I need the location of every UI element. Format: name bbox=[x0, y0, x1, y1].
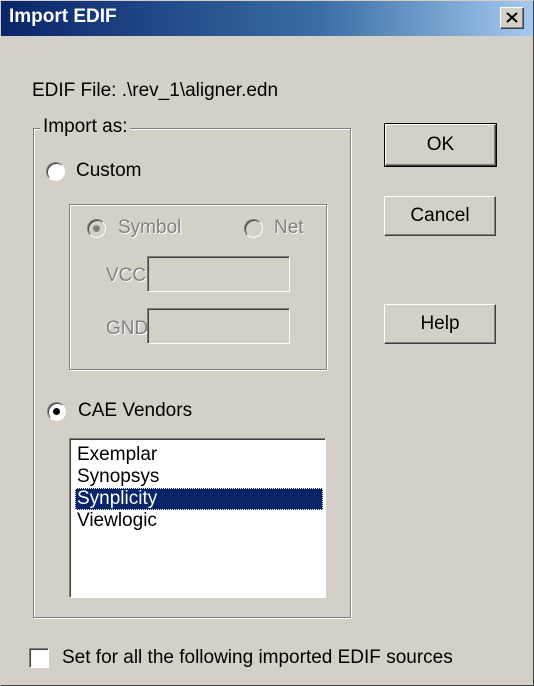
close-button[interactable] bbox=[500, 7, 524, 29]
custom-radio[interactable] bbox=[46, 162, 65, 181]
symbol-radio-dot bbox=[93, 225, 100, 232]
help-button[interactable]: Help bbox=[384, 304, 496, 344]
list-item-synplicity[interactable]: Synplicity bbox=[75, 488, 323, 510]
window-title: Import EDIF bbox=[9, 6, 117, 27]
vendors-listbox[interactable]: Exemplar Synopsys Synplicity Viewlogic bbox=[69, 438, 326, 598]
gnd-field[interactable] bbox=[147, 308, 290, 344]
title-bar[interactable]: Import EDIF bbox=[0, 0, 534, 36]
list-item-exemplar[interactable]: Exemplar bbox=[75, 444, 323, 466]
net-label: Net bbox=[274, 217, 304, 238]
set-all-label[interactable]: Set for all the following imported EDIF … bbox=[62, 647, 453, 669]
import-as-legend: Import as: bbox=[40, 116, 131, 138]
list-item-synopsys[interactable]: Synopsys bbox=[75, 466, 323, 488]
symbol-label: Symbol bbox=[118, 217, 182, 238]
set-all-checkbox[interactable] bbox=[29, 648, 49, 668]
edif-file-label: EDIF File: .\rev_1\aligner.edn bbox=[32, 80, 279, 101]
cae-vendors-radio[interactable] bbox=[47, 402, 66, 421]
net-radio[interactable] bbox=[244, 219, 263, 238]
vcc-field[interactable] bbox=[147, 256, 290, 292]
list-item-viewlogic[interactable]: Viewlogic bbox=[75, 510, 323, 532]
custom-label[interactable]: Custom bbox=[76, 160, 141, 182]
vcc-label: VCC bbox=[106, 265, 147, 286]
ok-button[interactable]: OK bbox=[384, 123, 497, 167]
cae-vendors-radio-dot bbox=[53, 408, 60, 415]
close-icon bbox=[506, 12, 518, 23]
cae-vendors-label[interactable]: CAE Vendors bbox=[78, 400, 192, 422]
gnd-label: GND bbox=[106, 318, 149, 339]
symbol-radio[interactable] bbox=[87, 219, 106, 238]
cancel-button[interactable]: Cancel bbox=[384, 196, 496, 236]
